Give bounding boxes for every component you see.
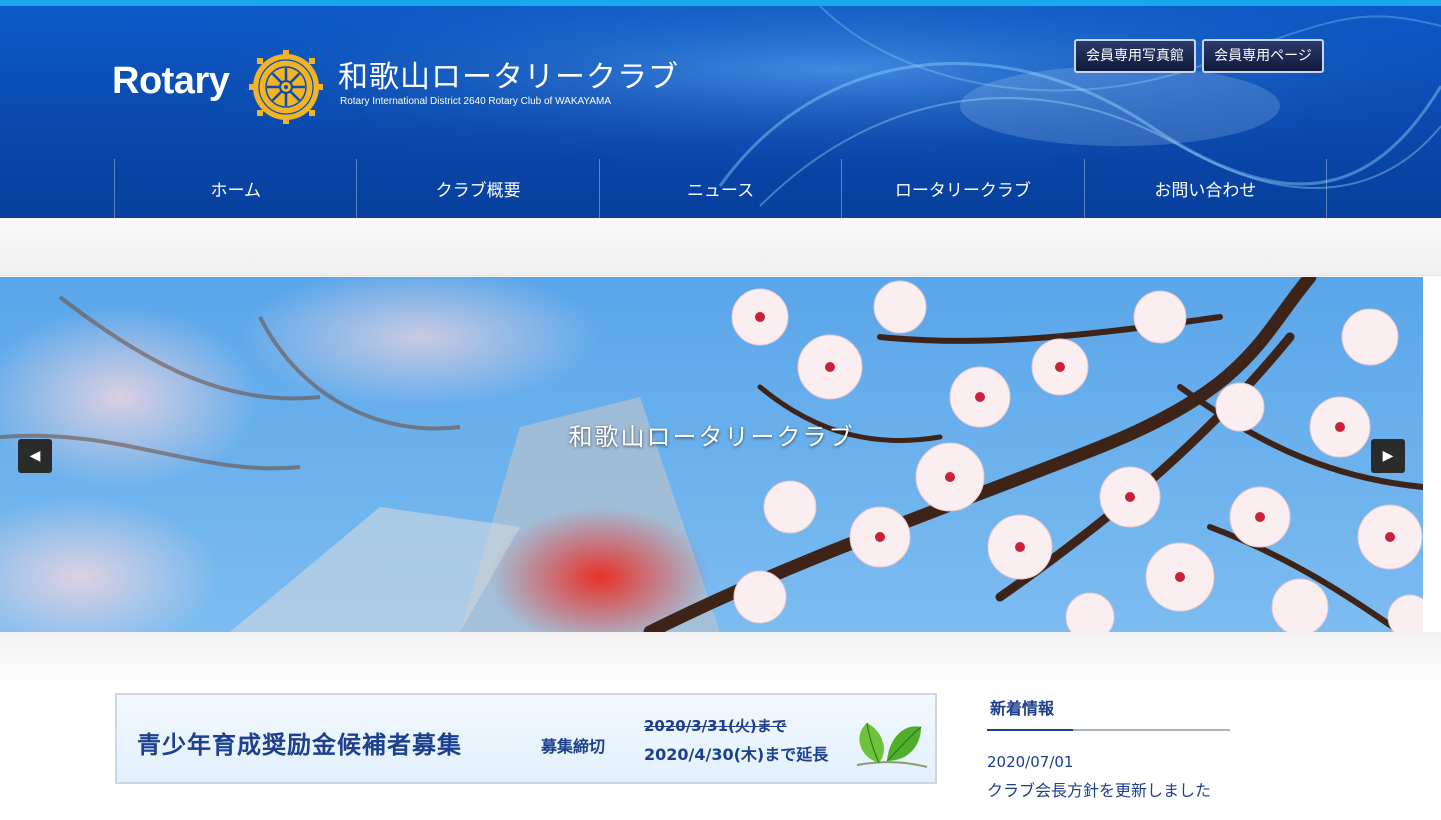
hero-slider[interactable]: 和歌山ロータリークラブ ◀ ▶ (0, 277, 1423, 632)
banner-deadline-label: 募集締切 (541, 737, 606, 756)
nav-item-home[interactable]: ホーム (114, 159, 356, 218)
club-subtitle: Rotary International District 2640 Rotar… (340, 96, 612, 107)
arrow-left-icon[interactable]: ◀ (18, 439, 52, 473)
header-spacer-band (0, 218, 1441, 276)
nav-item-contact[interactable]: お問い合わせ (1083, 159, 1328, 218)
club-name: 和歌山ロータリークラブ (338, 60, 679, 95)
cherry-blossom-image (0, 277, 1423, 632)
banner-title: 青少年育成奨励金候補者募集 (137, 731, 462, 759)
banner-new-deadline: 2020/4/30(木)まで延長 (644, 745, 829, 764)
news-date: 2020/07/01 (987, 753, 1074, 771)
news-heading: 新着情報 (987, 693, 1230, 731)
site-header: Rotary 和歌山ロータリークラブ Rotary International … (0, 6, 1441, 218)
member-photo-button[interactable]: 会員専用写真館 (1074, 39, 1196, 73)
scholarship-banner[interactable]: 青少年育成奨励金候補者募集 募集締切 2020/3/31(火)まで 2020/4… (115, 693, 937, 784)
member-page-button[interactable]: 会員専用ページ (1202, 39, 1324, 73)
arrow-right-icon[interactable]: ▶ (1371, 439, 1405, 473)
nav-item-about[interactable]: クラブ概要 (356, 159, 598, 218)
news-link[interactable]: クラブ会長方針を更新しました (987, 778, 1230, 804)
news-section: 新着情報 2020/07/01 クラブ会長方針を更新しました (987, 693, 1230, 804)
nav-item-rotary-club[interactable]: ロータリークラブ (841, 159, 1083, 218)
banner-old-deadline: 2020/3/31(火)まで (644, 717, 787, 735)
nav-item-news[interactable]: ニュース (598, 159, 841, 218)
slide-caption: 和歌山ロータリークラブ (568, 423, 855, 451)
slider-bottom-band (0, 632, 1441, 692)
rotary-wheel-icon[interactable] (245, 46, 327, 128)
main-nav: ホーム クラブ概要 ニュース ロータリークラブ お問い合わせ (114, 159, 1328, 218)
leaf-icon (856, 722, 928, 768)
rotary-logo-text[interactable]: Rotary (112, 60, 230, 103)
